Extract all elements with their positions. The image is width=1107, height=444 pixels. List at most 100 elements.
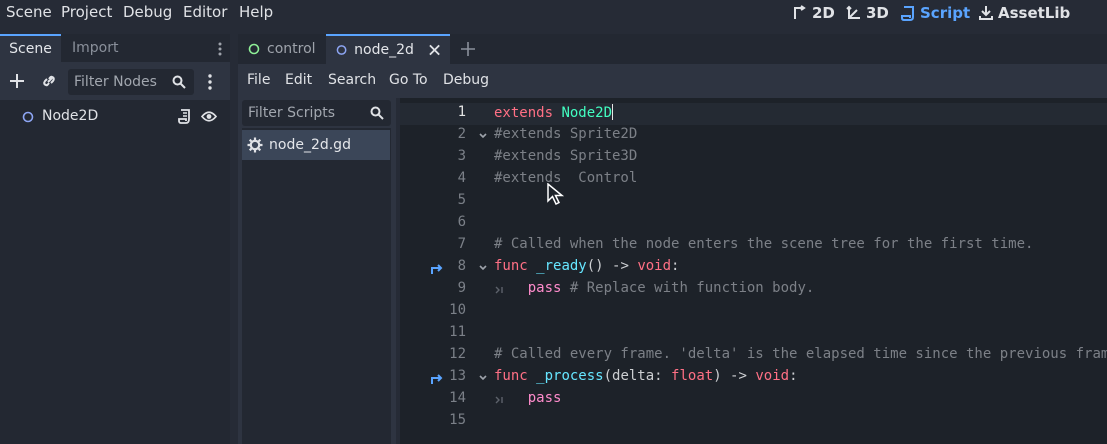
scene-dock-tabs: Scene Import bbox=[0, 34, 230, 62]
code-token: : bbox=[671, 258, 680, 274]
code-token: pass bbox=[527, 390, 562, 406]
text-caret bbox=[612, 104, 614, 120]
tab-control[interactable]: control bbox=[238, 34, 326, 64]
workspace-assetlib-button[interactable]: AssetLib bbox=[978, 4, 1070, 22]
menu-debug[interactable]: Debug bbox=[123, 3, 172, 21]
override-arrow-icon[interactable] bbox=[430, 371, 444, 385]
line-number: 14 bbox=[449, 390, 466, 406]
line-number: 12 bbox=[449, 346, 466, 362]
code-token: pass bbox=[527, 280, 562, 296]
script-menu-file[interactable]: File bbox=[247, 72, 270, 88]
visibility-eye-icon[interactable] bbox=[201, 110, 217, 123]
tree-item-node2d[interactable]: Node2D bbox=[0, 106, 228, 128]
tab-import[interactable]: Import bbox=[72, 34, 118, 62]
script-item-label: node_2d.gd bbox=[269, 137, 351, 153]
indent-marker-icon bbox=[495, 396, 503, 404]
workspace-assetlib-label: AssetLib bbox=[998, 4, 1071, 22]
menu-scene[interactable]: Scene bbox=[6, 3, 52, 21]
indent-marker-icon bbox=[495, 286, 503, 294]
menu-project[interactable]: Project bbox=[61, 3, 112, 21]
search-icon bbox=[172, 75, 186, 89]
dock-menu-icon[interactable] bbox=[218, 42, 222, 56]
code-line[interactable]: func _ready() -> void: bbox=[494, 258, 679, 274]
code-token: func bbox=[494, 258, 528, 274]
code-line[interactable]: pass bbox=[494, 390, 562, 406]
code-token: _process bbox=[536, 368, 604, 384]
line-number: 6 bbox=[457, 214, 466, 230]
code-token: : bbox=[789, 368, 798, 384]
code-token: () -> bbox=[586, 258, 638, 274]
script-menu-goto[interactable]: Go To bbox=[389, 72, 428, 88]
code-token: Node2D bbox=[561, 105, 613, 121]
fold-arrow-icon[interactable] bbox=[478, 373, 488, 383]
code-token: #extends Sprite3D bbox=[494, 148, 638, 164]
code-line[interactable]: #extends Sprite3D bbox=[494, 148, 637, 164]
workspace-3d-button[interactable]: 3D bbox=[846, 4, 889, 22]
filter-scripts-input[interactable] bbox=[242, 100, 391, 126]
close-icon[interactable] bbox=[429, 44, 440, 56]
script-list-item[interactable]: node_2d.gd bbox=[242, 130, 390, 160]
script-menu-edit[interactable]: Edit bbox=[285, 72, 312, 88]
tab-node-2d[interactable]: node_2d bbox=[326, 34, 450, 64]
workspace-script-button[interactable]: Script bbox=[900, 4, 970, 22]
2d-icon bbox=[794, 5, 806, 19]
node2d-icon bbox=[22, 111, 34, 123]
line-number: 5 bbox=[457, 192, 466, 208]
code-token: extends bbox=[494, 105, 554, 121]
tab-node-2d-label: node_2d bbox=[354, 42, 414, 58]
scene-tree: Node2D bbox=[0, 100, 230, 444]
instance-scene-button[interactable] bbox=[41, 73, 57, 89]
line-number: 10 bbox=[449, 302, 466, 318]
filter-nodes-box bbox=[68, 69, 194, 95]
code-token: # Replace with function body. bbox=[569, 280, 815, 296]
override-arrow-icon[interactable] bbox=[430, 261, 444, 275]
code-token: float bbox=[671, 368, 714, 384]
code-token: void bbox=[755, 368, 790, 384]
script-menu-search[interactable]: Search bbox=[328, 72, 376, 88]
code-line[interactable]: #extends Control bbox=[494, 170, 637, 186]
workspace-3d-label: 3D bbox=[866, 4, 889, 22]
line-number: 9 bbox=[457, 280, 466, 296]
tree-item-label: Node2D bbox=[42, 108, 99, 124]
fold-arrow-icon[interactable] bbox=[478, 131, 488, 141]
plus-icon bbox=[461, 42, 475, 56]
code-token: # Called when the node enters the scene … bbox=[494, 236, 1034, 252]
code-line[interactable]: # Called every frame. 'delta' is the ela… bbox=[494, 346, 1107, 362]
assetlib-icon bbox=[979, 6, 993, 20]
workspace-2d-button[interactable]: 2D bbox=[792, 4, 835, 22]
code-line[interactable]: # Called when the node enters the scene … bbox=[494, 236, 1033, 252]
new-tab-button[interactable] bbox=[460, 41, 476, 57]
code-line[interactable]: func _process(delta: float) -> void: bbox=[494, 368, 798, 384]
code-token: # Called every frame. 'delta' is the ela… bbox=[494, 346, 1107, 362]
add-node-button[interactable] bbox=[9, 73, 25, 89]
tab-scene[interactable]: Scene bbox=[0, 34, 61, 62]
line-number: 15 bbox=[449, 412, 466, 428]
attached-script-icon[interactable] bbox=[177, 109, 192, 124]
line-number: 11 bbox=[449, 324, 466, 340]
mouse-cursor-icon bbox=[547, 183, 565, 205]
filter-scripts-box bbox=[242, 100, 391, 126]
tab-control-label: control bbox=[267, 41, 316, 57]
script-menubar: File Edit Search Go To Debug bbox=[238, 64, 1107, 98]
code-line[interactable]: #extends Sprite2D bbox=[494, 126, 637, 142]
code-token: _ready bbox=[536, 258, 587, 274]
menu-help[interactable]: Help bbox=[239, 3, 273, 21]
workspace-2d-label: 2D bbox=[812, 4, 835, 22]
code-line[interactable]: extends Node2D bbox=[494, 104, 614, 121]
menu-editor[interactable]: Editor bbox=[183, 3, 227, 21]
code-token: ) -> bbox=[713, 368, 756, 384]
control-icon bbox=[248, 43, 260, 55]
script-menu-debug[interactable]: Debug bbox=[443, 72, 489, 88]
line-number: 1 bbox=[457, 104, 466, 120]
code-line[interactable]: pass # Replace with function body. bbox=[494, 280, 815, 296]
scene-toolbar bbox=[0, 62, 230, 100]
fold-arrow-icon[interactable] bbox=[478, 263, 488, 273]
gear-icon bbox=[247, 137, 263, 153]
code-token: #extends Control bbox=[494, 170, 638, 186]
scene-options-icon[interactable] bbox=[208, 74, 212, 90]
line-number: 2 bbox=[457, 126, 466, 142]
script-icon bbox=[901, 6, 914, 21]
